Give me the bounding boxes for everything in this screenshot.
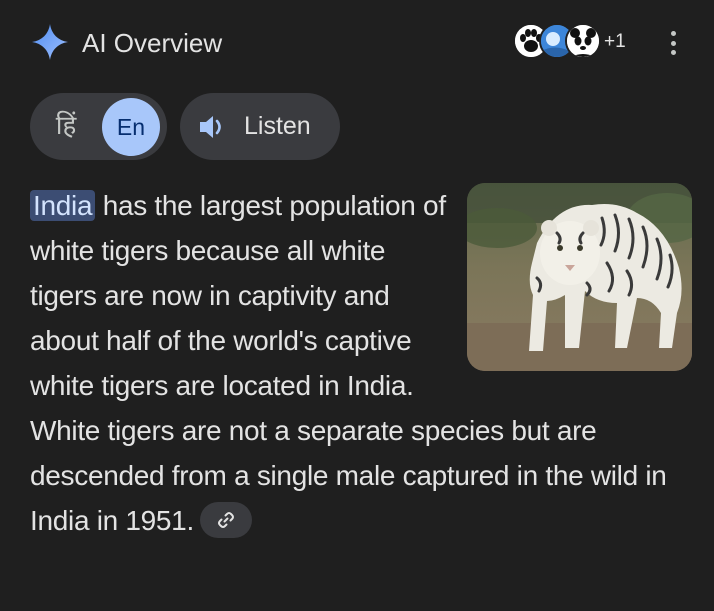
ai-overview-title: AI Overview bbox=[82, 28, 223, 58]
highlighted-term[interactable]: India bbox=[30, 190, 96, 221]
source-link-button[interactable] bbox=[199, 501, 252, 538]
ai-overview-header: AI Overview +1 bbox=[30, 22, 690, 64]
source-avatars[interactable] bbox=[513, 22, 603, 62]
gemini-sparkle-icon bbox=[32, 24, 68, 60]
language-english-option[interactable]: En bbox=[102, 98, 160, 156]
language-hindi-option[interactable]: हिं bbox=[50, 108, 82, 144]
overview-text: India has the largest population of whit… bbox=[30, 183, 692, 543]
panda-avatar[interactable] bbox=[565, 23, 601, 59]
more-options-button[interactable] bbox=[664, 28, 682, 58]
white-tiger-image[interactable] bbox=[467, 183, 692, 371]
listen-label: Listen bbox=[244, 112, 311, 140]
more-vertical-icon bbox=[670, 31, 676, 36]
listen-button[interactable]: Listen bbox=[180, 93, 340, 160]
more-sources-count[interactable]: +1 bbox=[604, 31, 626, 53]
language-toggle: हिं En bbox=[30, 93, 167, 160]
ai-overview-panel: AI Overview +1 हिं En Listen India has t… bbox=[0, 0, 714, 611]
speaker-icon bbox=[200, 116, 221, 138]
link-icon bbox=[217, 511, 234, 528]
